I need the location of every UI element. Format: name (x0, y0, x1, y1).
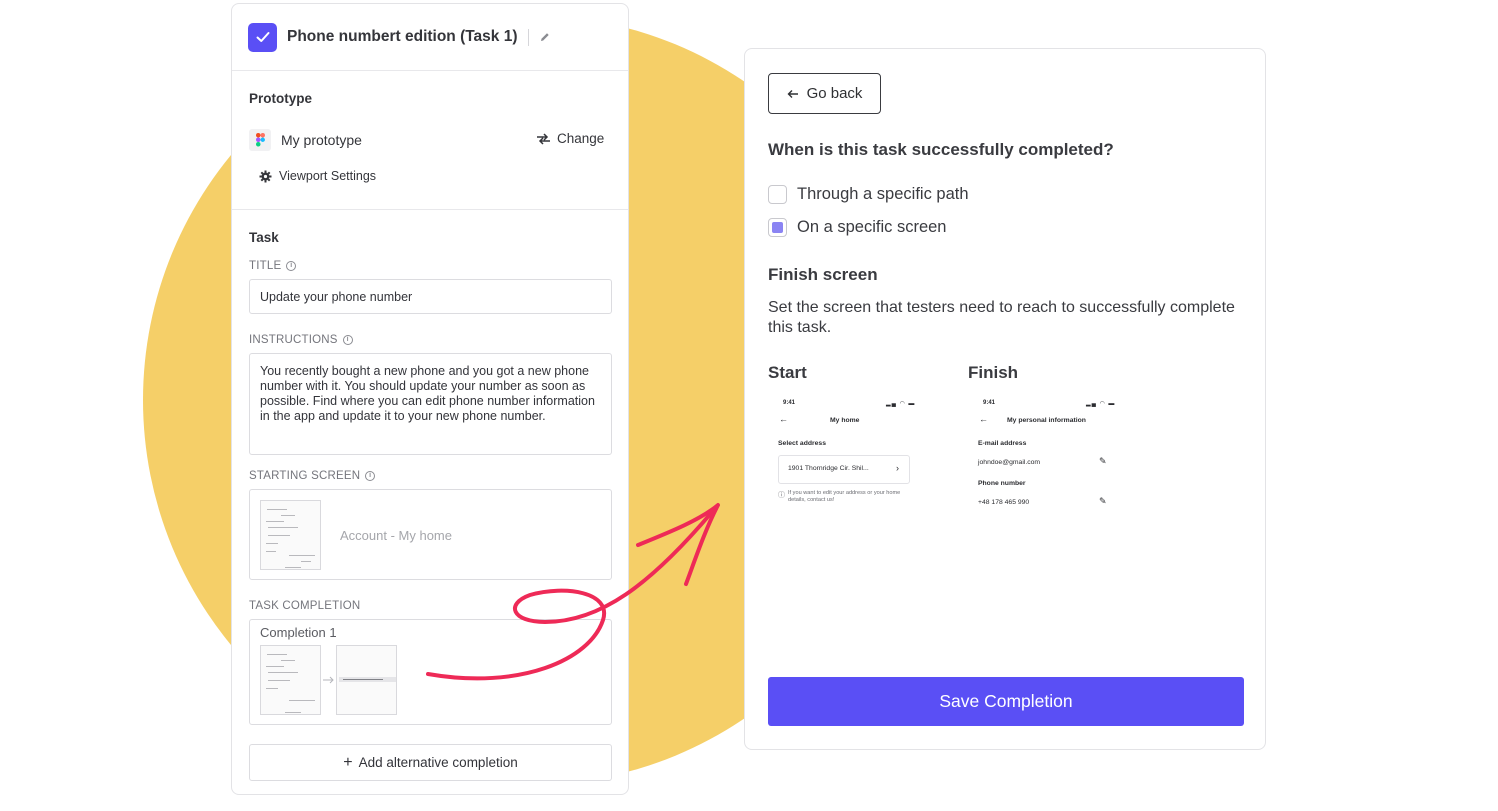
option-specific-path[interactable]: Through a specific path (768, 185, 969, 204)
mini-section: Select address (778, 440, 826, 447)
edit-pencil-icon[interactable] (539, 31, 551, 43)
prototype-row: My prototype (249, 129, 362, 151)
start-heading: Start (768, 363, 807, 382)
mini-title: My home (830, 417, 860, 424)
status-icons: ▂▄ ◠ ▬ (1086, 401, 1116, 407)
title-label-row: TITLE i (249, 260, 297, 272)
finish-heading: Finish (968, 363, 1019, 382)
phone-label: Phone number (978, 480, 1026, 487)
change-label: Change (557, 131, 605, 146)
completion-start-thumbnail (260, 645, 321, 715)
completion-question: When is this task successfully completed… (768, 140, 1114, 159)
info-icon[interactable]: i (365, 471, 376, 481)
instructions-label: INSTRUCTIONS (249, 334, 338, 346)
completion-name: Completion 1 (260, 625, 337, 640)
title-label: TITLE (249, 260, 282, 272)
edit-icon[interactable]: ✎ (1099, 496, 1107, 507)
option-checkbox[interactable] (768, 185, 787, 204)
status-time: 9:41 (983, 400, 996, 406)
completion-card[interactable]: Completion 1 (249, 619, 612, 725)
address-text: 1901 Thornridge Cir. Shil... (788, 465, 869, 472)
instructions-textarea[interactable]: You recently bought a new phone and you … (249, 353, 612, 455)
plus-icon: + (343, 753, 353, 771)
arrow-right-icon (323, 676, 334, 684)
viewport-label: Viewport Settings (279, 169, 377, 183)
viewport-settings-link[interactable]: Viewport Settings (259, 169, 376, 183)
mini-note: If you want to edit your address or your… (788, 490, 901, 503)
status-icons: ▂▄ ◠ ▬ (886, 401, 916, 407)
edit-icon[interactable]: ✎ (1099, 456, 1107, 467)
add-alternative-label: Add alternative completion (358, 755, 518, 770)
task-completion-label: TASK COMPLETION (249, 600, 361, 612)
info-icon[interactable]: i (286, 261, 297, 271)
add-alternative-completion-button[interactable]: + Add alternative completion (249, 744, 612, 781)
address-card[interactable]: 1901 Thornridge Cir. Shil... › (778, 455, 910, 484)
save-completion-button[interactable]: Save Completion (768, 677, 1244, 726)
finish-screen-preview[interactable]: 9:41 ▂▄ ◠ ▬ ← My personal information E-… (977, 400, 1127, 520)
status-time: 9:41 (783, 400, 796, 406)
task-title: Phone numbert edition (Task 1) (287, 28, 518, 45)
back-arrow-icon: ← (779, 414, 788, 424)
starting-screen-selector[interactable]: Account - My home (249, 489, 612, 580)
info-icon[interactable]: i (342, 335, 353, 345)
go-back-label: Go back (806, 85, 863, 102)
check-icon (256, 32, 269, 42)
figma-icon (249, 129, 271, 151)
gear-icon (259, 170, 272, 182)
prototype-heading: Prototype (249, 91, 313, 106)
email-label: E-mail address (978, 440, 1027, 447)
option-label: Through a specific path (797, 185, 969, 203)
task-editor-panel: Phone numbert edition (Task 1) Prototype… (231, 3, 629, 795)
finish-screen-description: Set the screen that testers need to reac… (768, 299, 1235, 336)
completion-end-thumbnail (336, 645, 397, 715)
change-prototype-button[interactable]: Change (536, 131, 604, 146)
task-heading: Task (249, 230, 279, 245)
starting-screen-label-row: STARTING SCREEN i (249, 470, 376, 482)
starting-screen-name: Account - My home (340, 528, 452, 543)
completion-settings-panel: Go back When is this task successfully c… (744, 48, 1266, 750)
option-checkbox[interactable] (768, 218, 787, 237)
task-header: Phone numbert edition (Task 1) (232, 4, 628, 71)
finish-screen-heading: Finish screen (768, 265, 878, 284)
prototype-name: My prototype (281, 132, 362, 148)
starting-screen-label: STARTING SCREEN (249, 470, 361, 482)
prototype-section: Prototype My prototype Change Viewport S… (232, 71, 628, 210)
option-specific-screen[interactable]: On a specific screen (768, 218, 946, 237)
title-input[interactable]: Update your phone number (249, 279, 612, 314)
email-value: johndoe@gmail.com (978, 459, 1041, 466)
instructions-label-row: INSTRUCTIONS i (249, 334, 353, 346)
info-icon: ⓘ (778, 492, 785, 499)
swap-icon (537, 132, 550, 145)
task-checkbox[interactable] (248, 22, 277, 52)
arrow-left-icon (787, 89, 798, 98)
phone-value: +48 178 465 990 (978, 499, 1030, 506)
chevron-right-icon: › (896, 463, 899, 473)
task-completion-label-row: TASK COMPLETION (249, 600, 360, 612)
back-arrow-icon: ← (979, 414, 988, 424)
mini-title: My personal information (1007, 417, 1086, 424)
starting-screen-thumbnail (260, 500, 321, 570)
start-screen-preview[interactable]: 9:41 ▂▄ ◠ ▬ ← My home Select address 190… (777, 400, 927, 520)
go-back-button[interactable]: Go back (768, 73, 881, 114)
divider (527, 28, 529, 46)
option-label: On a specific screen (797, 218, 947, 236)
